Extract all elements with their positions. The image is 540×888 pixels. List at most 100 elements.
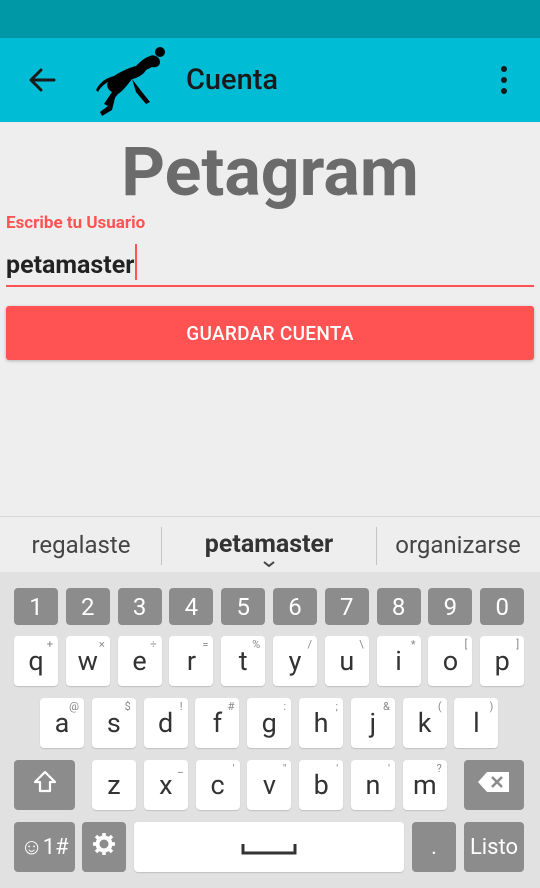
key-2[interactable]: 2 [65, 588, 110, 625]
suggestion-left[interactable]: regalaste [0, 517, 162, 573]
key-a[interactable]: a @ [40, 698, 84, 748]
key-u[interactable]: u \ [324, 636, 369, 686]
key-c[interactable]: c ' [195, 760, 240, 810]
space-bar-icon [241, 831, 297, 863]
key-hint: @ [69, 700, 79, 713]
key-4[interactable]: 4 [169, 588, 214, 625]
key-hint: ÷ [150, 638, 157, 651]
settings-key[interactable] [82, 822, 126, 872]
key-label: 0 [495, 592, 509, 621]
key-z[interactable]: z [92, 760, 136, 810]
period-key[interactable]: . [412, 822, 456, 872]
key-hint: [ [464, 638, 468, 651]
key-label: n [365, 769, 381, 801]
key-label: a [54, 707, 70, 739]
key-hint: # [227, 700, 235, 713]
key-f[interactable]: f # [195, 698, 240, 748]
key-0[interactable]: 0 [480, 588, 525, 625]
text-cursor [135, 244, 138, 280]
space-key[interactable] [134, 822, 404, 872]
dog-logo-icon [94, 44, 170, 118]
key-y[interactable]: y / [273, 636, 317, 686]
key-label: ☺1# [20, 835, 69, 860]
key-9[interactable]: 9 [428, 588, 473, 625]
key-e[interactable]: e ÷ [117, 636, 162, 686]
shift-key[interactable] [14, 760, 75, 810]
key-hint: _ [177, 762, 183, 775]
key-hint: ! [179, 700, 183, 713]
key-label: c [210, 769, 225, 801]
key-g[interactable]: g: [247, 698, 292, 748]
key-d[interactable]: d! [143, 698, 188, 748]
chevron-down-icon[interactable] [262, 559, 276, 569]
key-label: g [261, 707, 277, 739]
key-label: 9 [443, 592, 458, 621]
username-input-value: petamaster [6, 251, 135, 280]
status-bar [0, 0, 540, 38]
suggestion-right[interactable]: organizarse [376, 517, 540, 573]
key-hint: ( [437, 700, 442, 713]
key-label: b [313, 769, 329, 801]
key-i[interactable]: i * [376, 636, 421, 686]
key-p[interactable]: p] [480, 636, 525, 686]
key-label: 2 [81, 592, 95, 621]
key-6[interactable]: 6 [273, 588, 317, 625]
save-account-button[interactable]: GUARDAR CUENTA [6, 306, 534, 360]
key-q[interactable]: q + [14, 636, 58, 686]
key-label: h [313, 707, 329, 739]
key-h[interactable]: h; [299, 698, 343, 748]
key-j[interactable]: j & [350, 698, 395, 748]
key-label: w [77, 645, 98, 677]
key-k[interactable]: k( [402, 698, 447, 748]
username-input[interactable]: petamaster [6, 244, 534, 287]
key-hint: / [307, 638, 312, 651]
key-r[interactable]: r = [169, 636, 214, 686]
key-label: z [107, 769, 121, 801]
key-1[interactable]: 1 [14, 588, 58, 625]
key-hint: ] [516, 638, 520, 651]
key-5[interactable]: 5 [221, 588, 266, 625]
key-hint: ; [335, 700, 338, 713]
key-label: l [473, 707, 480, 739]
overflow-menu-icon[interactable] [488, 60, 520, 100]
key-label: f [212, 707, 223, 739]
key-label: r [186, 645, 196, 677]
key-v[interactable]: v " [247, 760, 292, 810]
gear-icon [92, 832, 116, 862]
key-w[interactable]: w × [65, 636, 110, 686]
key-x[interactable]: x _ [143, 760, 188, 810]
key-o[interactable]: o[ [428, 636, 473, 686]
key-label: 4 [184, 592, 199, 621]
key-hint: ? [436, 762, 442, 775]
key-s[interactable]: s $ [91, 698, 136, 748]
key-label: x [159, 769, 173, 801]
suggestion-strip: regalaste petamaster organizarse [0, 516, 540, 572]
key-hint: = [202, 638, 209, 651]
key-label: 7 [340, 592, 354, 621]
done-key[interactable]: Listo [464, 822, 524, 872]
key-label: k [417, 707, 432, 739]
key-label: v [262, 769, 276, 801]
key-hint: * [410, 638, 416, 651]
back-arrow-icon[interactable] [22, 60, 62, 100]
key-b[interactable]: b ' [299, 760, 344, 810]
key-label: 1 [29, 592, 43, 621]
key-hint: & [382, 700, 390, 713]
backspace-key[interactable] [464, 760, 524, 810]
key-3[interactable]: 3 [117, 588, 162, 625]
key-m[interactable]: m? [402, 760, 447, 810]
shift-icon [32, 769, 58, 801]
username-field-label: Escribe tu Usuario [6, 213, 146, 233]
key-n[interactable]: n ' [351, 760, 395, 810]
key-7[interactable]: 7 [324, 588, 369, 625]
key-hint: % [252, 638, 261, 651]
key-label: 8 [391, 592, 406, 621]
key-8[interactable]: 8 [376, 588, 421, 625]
key-label: m [412, 769, 437, 801]
key-t[interactable]: t% [221, 636, 266, 686]
symbols-key[interactable]: ☺1# [14, 822, 75, 872]
key-hint: × [98, 638, 105, 651]
key-l[interactable]: l) [454, 698, 499, 748]
key-label: Listo [469, 834, 519, 860]
key-hint: ' [336, 762, 339, 775]
